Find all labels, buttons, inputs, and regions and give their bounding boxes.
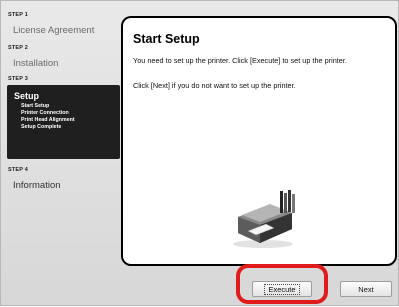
printer-illustration <box>233 190 295 248</box>
substep-print-head-alignment: Print Head Alignment <box>21 117 75 123</box>
substep-start-setup: Start Setup <box>21 103 50 109</box>
sidebar-item-setup-active: Setup Start Setup Printer Connection Pri… <box>7 85 120 159</box>
step2-label: STEP 2 <box>8 45 29 51</box>
content-panel: Start Setup You need to set up the print… <box>121 16 397 266</box>
setup-wizard-window: STEP 1 License Agreement STEP 2 Installa… <box>0 0 399 306</box>
step4-label: STEP 4 <box>8 167 29 173</box>
page-title: Start Setup <box>133 32 200 46</box>
substep-setup-complete: Setup Complete <box>21 124 62 130</box>
steps-sidebar: STEP 1 License Agreement STEP 2 Installa… <box>1 1 121 307</box>
step1-label: STEP 1 <box>8 12 29 18</box>
next-button[interactable]: Next <box>340 281 392 297</box>
skip-instruction-text: Click [Next] if you do not want to set u… <box>133 81 296 90</box>
next-button-label: Next <box>358 284 374 294</box>
sidebar-item-license-agreement: License Agreement <box>13 25 95 36</box>
execute-highlight-annotation <box>236 264 328 304</box>
setup-title: Setup <box>14 91 40 101</box>
instruction-text: You need to set up the printer. Click [E… <box>133 56 347 65</box>
sidebar-item-information: Information <box>13 180 61 191</box>
step3-label: STEP 3 <box>8 76 29 82</box>
sidebar-item-installation: Installation <box>13 58 59 69</box>
substep-printer-connection: Printer Connection <box>21 110 69 116</box>
